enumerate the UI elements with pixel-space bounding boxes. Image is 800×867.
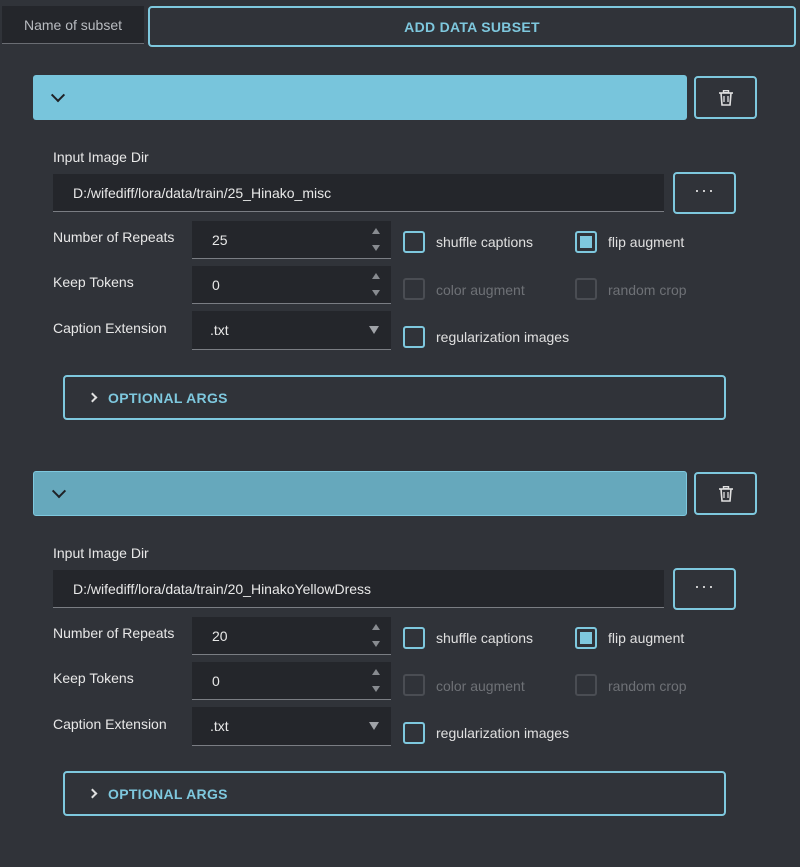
shuffle-captions-label: shuffle captions: [436, 630, 534, 646]
chevron-right-icon: [87, 788, 98, 799]
repeats-value: 25: [212, 231, 228, 248]
browse-button[interactable]: ···: [673, 172, 736, 214]
stepper-up-icon[interactable]: [372, 669, 380, 675]
browse-button[interactable]: ···: [673, 568, 736, 610]
keep-tokens-input[interactable]: 0: [192, 662, 391, 700]
regularization-images-checkbox[interactable]: [403, 722, 425, 744]
keep-tokens-value: 0: [212, 276, 220, 293]
chevron-right-icon: [87, 392, 98, 403]
color-augment-checkbox[interactable]: [403, 278, 425, 300]
add-data-subset-button[interactable]: ADD DATA SUBSET: [148, 6, 796, 47]
keep-tokens-input[interactable]: 0: [192, 266, 391, 304]
caption-ext-label: Caption Extension: [53, 716, 167, 732]
subset-card: Input Image Dir D:/wifediff/lora/data/tr…: [0, 471, 800, 867]
repeats-label: Number of Repeats: [53, 229, 175, 245]
stepper-up-icon[interactable]: [372, 228, 380, 234]
color-augment-checkbox[interactable]: [403, 674, 425, 696]
subset-card: Input Image Dir D:/wifediff/lora/data/tr…: [0, 75, 800, 471]
subset-header-toggle[interactable]: [33, 75, 687, 120]
stepper-down-icon[interactable]: [372, 290, 380, 296]
subset-header-toggle[interactable]: [33, 471, 687, 516]
flip-augment-label: flip augment: [608, 234, 685, 250]
caption-ext-select[interactable]: .txt: [192, 707, 391, 746]
keep-tokens-stepper[interactable]: [371, 270, 381, 300]
optional-args-label: OPTIONAL ARGS: [108, 785, 228, 802]
stepper-up-icon[interactable]: [372, 624, 380, 630]
repeats-label: Number of Repeats: [53, 625, 175, 641]
chevron-down-icon: [51, 483, 67, 498]
flip-augment-checkbox[interactable]: [575, 231, 597, 253]
flip-augment-label: flip augment: [608, 630, 685, 646]
input-dir-field[interactable]: D:/wifediff/lora/data/train/20_HinakoYel…: [53, 570, 664, 608]
caption-ext-label: Caption Extension: [53, 320, 167, 336]
optional-args-label: OPTIONAL ARGS: [108, 389, 228, 406]
random-crop-label: random crop: [608, 678, 687, 694]
dropdown-arrow-icon: [369, 722, 379, 730]
input-dir-field[interactable]: D:/wifediff/lora/data/train/25_Hinako_mi…: [53, 174, 664, 212]
flip-augment-checkbox[interactable]: [575, 627, 597, 649]
input-dir-label: Input Image Dir: [53, 545, 149, 561]
repeats-input[interactable]: 25: [192, 221, 391, 259]
shuffle-captions-checkbox[interactable]: [403, 627, 425, 649]
keep-tokens-label: Keep Tokens: [53, 670, 134, 686]
repeats-stepper[interactable]: [371, 621, 381, 651]
optional-args-toggle[interactable]: OPTIONAL ARGS: [63, 771, 726, 816]
repeats-value: 20: [212, 627, 228, 644]
color-augment-label: color augment: [436, 678, 525, 694]
delete-subset-button[interactable]: [694, 76, 757, 119]
keep-tokens-value: 0: [212, 672, 220, 689]
shuffle-captions-label: shuffle captions: [436, 234, 534, 250]
delete-subset-button[interactable]: [694, 472, 757, 515]
regularization-images-label: regularization images: [436, 725, 570, 741]
keep-tokens-label: Keep Tokens: [53, 274, 134, 290]
stepper-down-icon[interactable]: [372, 686, 380, 692]
random-crop-checkbox[interactable]: [575, 674, 597, 696]
repeats-stepper[interactable]: [371, 225, 381, 255]
regularization-images-label: regularization images: [436, 329, 570, 345]
subset-name-input[interactable]: Name of subset: [2, 6, 144, 44]
optional-args-toggle[interactable]: OPTIONAL ARGS: [63, 375, 726, 420]
trash-icon: [718, 89, 733, 106]
shuffle-captions-checkbox[interactable]: [403, 231, 425, 253]
stepper-up-icon[interactable]: [372, 273, 380, 279]
regularization-images-checkbox[interactable]: [403, 326, 425, 348]
caption-ext-value: .txt: [210, 718, 229, 734]
trash-icon: [718, 485, 733, 502]
input-dir-label: Input Image Dir: [53, 149, 149, 165]
keep-tokens-stepper[interactable]: [371, 666, 381, 696]
chevron-down-icon: [50, 87, 66, 102]
caption-ext-value: .txt: [210, 322, 229, 338]
random-crop-checkbox[interactable]: [575, 278, 597, 300]
stepper-down-icon[interactable]: [372, 245, 380, 251]
stepper-down-icon[interactable]: [372, 641, 380, 647]
color-augment-label: color augment: [436, 282, 525, 298]
caption-ext-select[interactable]: .txt: [192, 311, 391, 350]
random-crop-label: random crop: [608, 282, 687, 298]
repeats-input[interactable]: 20: [192, 617, 391, 655]
dropdown-arrow-icon: [369, 326, 379, 334]
